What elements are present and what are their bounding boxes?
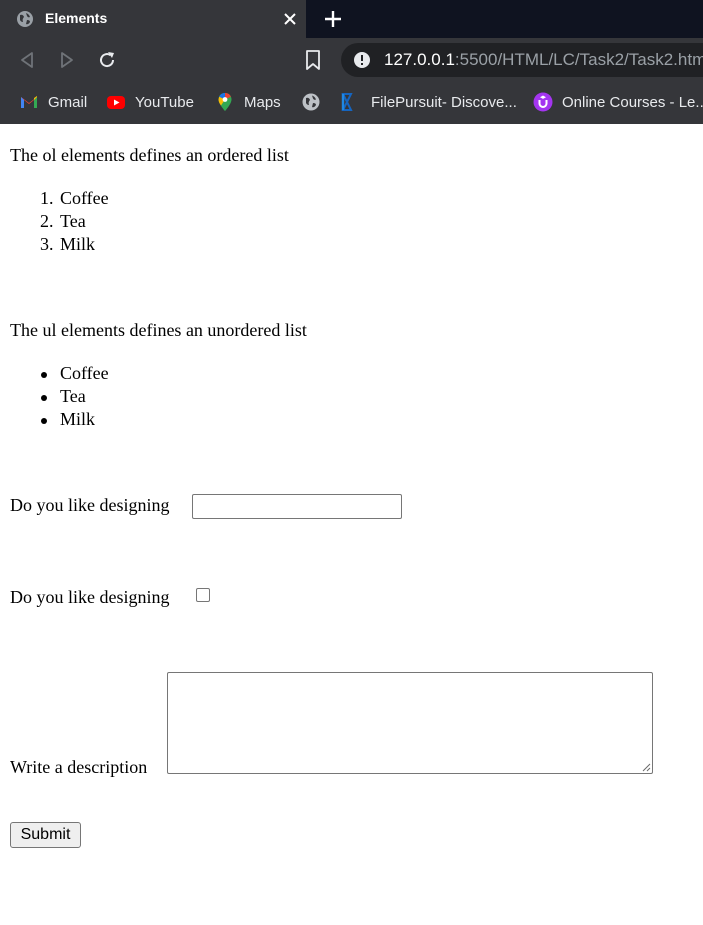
- bookmark-label: Gmail: [48, 93, 88, 111]
- bookmark-udemy[interactable]: Online Courses - Le...: [533, 92, 703, 112]
- designing-checkbox[interactable]: [196, 588, 210, 602]
- bookmark-gmail[interactable]: Gmail: [19, 92, 87, 112]
- description-label: Write a description: [10, 757, 148, 777]
- close-icon[interactable]: [280, 9, 300, 29]
- new-tab-icon[interactable]: [321, 7, 345, 31]
- description-textarea[interactable]: [167, 672, 653, 774]
- bookmark-maps[interactable]: Maps: [215, 92, 281, 112]
- list-item: Milk: [60, 409, 96, 429]
- gmail-icon: [21, 96, 37, 108]
- bookmarks-bar: Gmail YouTube Maps FilePursuit- Discove.…: [0, 82, 703, 124]
- back-icon[interactable]: [15, 48, 39, 72]
- resize-grip-icon[interactable]: [641, 762, 651, 772]
- submit-button[interactable]: Submit: [10, 822, 81, 848]
- designing-text-input[interactable]: [192, 494, 402, 519]
- list-item: Tea: [60, 386, 86, 406]
- udemy-icon: [533, 92, 553, 112]
- globe-icon: [302, 93, 320, 111]
- bookmark-label: YouTube: [135, 93, 194, 111]
- youtube-icon: [107, 96, 125, 109]
- ol-description: The ol elements defines an ordered list: [10, 145, 289, 165]
- bookmark-icon[interactable]: [302, 48, 324, 72]
- globe-icon: [17, 11, 33, 27]
- tab-title: Elements: [45, 10, 108, 26]
- page-content: The ol elements defines an ordered list …: [0, 124, 703, 925]
- info-icon[interactable]: [353, 51, 371, 69]
- tab-elements[interactable]: Elements: [0, 0, 306, 38]
- bullet-icon: [41, 418, 47, 424]
- bookmark-label: FilePursuit- Discove...: [371, 93, 517, 111]
- bookmark-globe[interactable]: [301, 92, 321, 112]
- designing-checkbox-label: Do you like designing: [10, 587, 170, 607]
- ul-description: The ul elements defines an unordered lis…: [10, 320, 307, 340]
- bullet-icon: [41, 395, 47, 401]
- list-item: Tea: [60, 211, 86, 231]
- list-item: Milk: [60, 234, 96, 254]
- url-path: :5500/HTML/LC/Task2/Task2.html: [454, 50, 703, 69]
- maps-icon: [218, 93, 232, 111]
- filepursuit-icon: [341, 93, 353, 111]
- bookmark-filepursuit[interactable]: FilePursuit- Discove...: [337, 92, 517, 112]
- reload-icon[interactable]: [95, 48, 119, 72]
- bookmark-label: Online Courses - Le...: [562, 93, 703, 111]
- designing-text-label: Do you like designing: [10, 495, 170, 515]
- list-item: Coffee: [60, 363, 109, 383]
- list-item: Coffee: [60, 188, 109, 208]
- forward-icon[interactable]: [55, 48, 79, 72]
- bookmark-youtube[interactable]: YouTube: [106, 92, 194, 112]
- bullet-icon: [41, 372, 47, 378]
- list-marker: 3.: [40, 234, 54, 254]
- list-marker: 2.: [40, 211, 54, 231]
- url-host: 127.0.0.1: [384, 50, 455, 69]
- bookmark-label: Maps: [244, 93, 281, 111]
- tab-strip: Elements: [0, 0, 703, 38]
- url-text[interactable]: 127.0.0.1:5500/HTML/LC/Task2/Task2.html: [384, 50, 703, 70]
- list-marker: 1.: [40, 188, 54, 208]
